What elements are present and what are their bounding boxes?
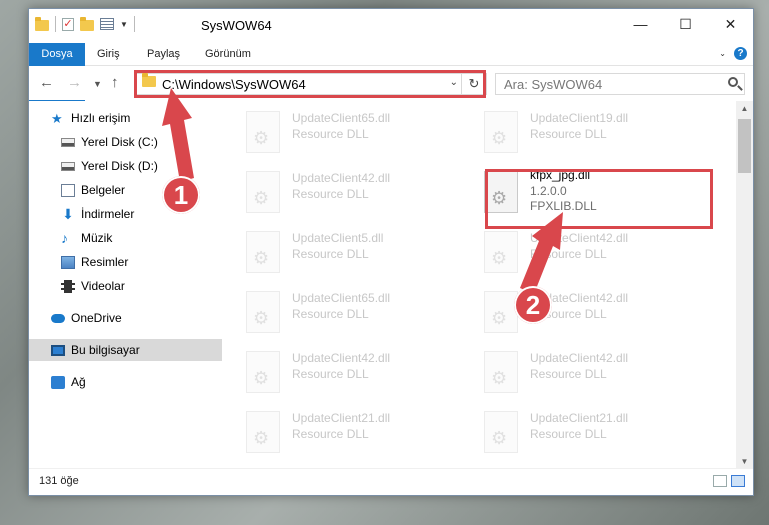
arrow-1 [162,88,194,182]
annotation-arrows [162,88,563,294]
arrow-2 [520,212,563,294]
step-badge-2: 2 [514,286,552,324]
step-badge-1: 1 [162,176,200,214]
